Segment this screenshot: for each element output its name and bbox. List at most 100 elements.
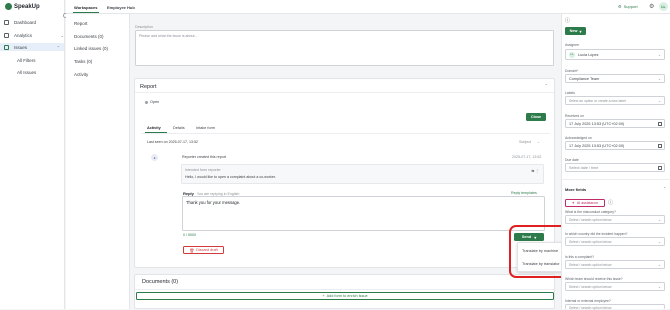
acknowledged-label: Acknowledged on (565, 136, 592, 140)
section-link-documents[interactable]: Documents (0) (74, 34, 104, 39)
logo-mark-icon (5, 3, 12, 10)
q5-label: Internal or external employee? (565, 299, 611, 303)
labels-placeholder: Select an option or create a new label (569, 98, 626, 103)
report-title: Report (140, 84, 157, 90)
user-avatar[interactable]: LL (659, 2, 668, 11)
collapse-more-fields-icon[interactable]: ⌃ (663, 186, 666, 191)
status-indicator: Open (145, 100, 159, 104)
labels-select[interactable]: Select an option or create a new label ⌄ (565, 96, 665, 105)
issue-properties-panel: ⓘ New ▾ Assignee LL Lucia López ⌄ Domain… (561, 14, 670, 310)
section-link-activity[interactable]: Activity (74, 72, 88, 77)
ai-assistance-button[interactable]: ✦ AI assistance (565, 199, 605, 207)
dashboard-icon (4, 19, 9, 25)
chevron-down-icon: ⌄ (657, 240, 661, 244)
collapse-report-icon[interactable]: ⌃ (545, 83, 548, 88)
calendar-icon[interactable] (658, 143, 662, 148)
q2-select[interactable]: Select / search option below ⌄ (565, 237, 665, 246)
calendar-icon[interactable] (658, 121, 662, 126)
chevron-down-icon: ⌄ (657, 285, 661, 289)
sparkle-icon: ✦ (571, 201, 575, 205)
support-icon: ⚙ (618, 4, 622, 9)
reply-textarea[interactable]: Thank you for your message. (182, 196, 545, 231)
chevron-down-icon: ⌄ (537, 140, 541, 144)
documents-card: Documents (0) + Add form to enrich issue (134, 274, 555, 309)
acknowledged-value: 17 July 2025 13:53 (UTC+02:00) (569, 143, 625, 148)
trash-icon: 🗑 (189, 248, 195, 253)
due-date-input[interactable]: Select date / time (565, 163, 665, 172)
section-link-linked-issues[interactable]: Linked issues (0) (74, 46, 108, 51)
q1-label: What is the misconduct category? (565, 210, 616, 214)
assignee-select[interactable]: LL Lucia López ⌄ (565, 49, 665, 60)
message-label: Intended form reporter (185, 168, 221, 172)
app-logo[interactable]: SpeakUp (5, 3, 40, 10)
analytics-icon (4, 32, 9, 38)
chevron-down-icon: ▾ (579, 29, 582, 34)
divider (562, 179, 670, 180)
description-label: Description (135, 25, 153, 29)
nav-item-analytics[interactable]: Analytics ⌄ (4, 31, 64, 39)
q2-placeholder: Select / search option below (569, 239, 612, 244)
add-form-label: Add form to enrich issue (326, 294, 368, 298)
q3-select[interactable]: Select / search option below ⌄ (565, 260, 665, 269)
chevron-down-icon: ⌄ (657, 99, 661, 103)
close-issue-button[interactable]: Close (526, 113, 546, 121)
discard-draft-button[interactable]: 🗑 Discard draft (183, 246, 224, 254)
description-placeholder: Please add what the issue is about... (139, 34, 198, 38)
nav-item-label: Analytics (14, 32, 33, 38)
created-event-text: Reporter created this report (182, 155, 226, 159)
tab-activity[interactable]: Activity (147, 126, 161, 130)
calendar-icon[interactable] (658, 165, 662, 170)
issues-icon (4, 44, 9, 50)
q4-select[interactable]: Select / search option below ⌄ (565, 282, 665, 291)
acknowledged-date-input[interactable]: 17 July 2025 13:53 (UTC+02:00) (565, 141, 665, 150)
subject-label: Subject (519, 140, 531, 144)
nav-item-label: Issues (14, 44, 28, 50)
created-time: 2025-07-17, 13:52 (512, 155, 542, 159)
new-label: New (569, 29, 578, 33)
reporter-message: Intended form reporter Hello, I would li… (181, 164, 544, 184)
chevron-up-icon: ⌃ (56, 44, 60, 50)
reply-templates-link[interactable]: Reply templates (511, 191, 537, 195)
domain-select[interactable]: Compliance Team ⌄ (565, 74, 665, 83)
received-date-input[interactable]: 17 July 2025 13:53 (UTC+02:00) (565, 119, 665, 128)
panel-info-icon[interactable]: ⓘ (565, 17, 570, 24)
q2-label: In which country did the incident happen… (565, 232, 628, 236)
q1-placeholder: Select / search option below (569, 217, 612, 222)
ai-assistance-label: AI assistance (576, 201, 599, 205)
labels-label: Labels (565, 91, 575, 95)
top-bar: Workspaces Employee Hub ⚙ Support ⚙ LL (66, 0, 670, 14)
tab-details[interactable]: Details (173, 126, 185, 130)
section-link-tasks[interactable]: Tasks (0) (74, 59, 92, 64)
divider (141, 133, 550, 134)
nav-subitem-all-issues[interactable]: All Issues (17, 70, 36, 75)
tab-employee-hub[interactable]: Employee Hub (107, 5, 135, 10)
q5-select[interactable]: Select / search option below (565, 304, 665, 310)
add-form-button[interactable]: + Add form to enrich issue (136, 292, 554, 300)
section-link-report[interactable]: Report (74, 21, 88, 26)
message-text: Hello, I would like to open a complaint … (185, 175, 276, 179)
nav-item-dashboard[interactable]: Dashboard (4, 18, 36, 26)
settings-gear-icon[interactable]: ⚙ (649, 3, 654, 10)
reporter-avatar-icon: ● (151, 154, 158, 161)
q4-placeholder: Select / search option below (569, 284, 612, 289)
nav-item-issues[interactable]: Issues ⌃ (0, 43, 64, 51)
new-button[interactable]: New ▾ (565, 27, 586, 35)
q1-select[interactable]: Select / search option below ⌄ (565, 215, 665, 224)
tab-intake-form[interactable]: Intake form (196, 126, 215, 130)
description-textarea[interactable]: Please add what the issue is about... (135, 30, 554, 66)
nav-subitem-all-filters[interactable]: All Filters (17, 58, 36, 63)
chevron-down-icon: ⌄ (657, 77, 661, 81)
active-tab-indicator (73, 12, 99, 14)
ai-info-icon[interactable]: ⓘ (608, 199, 613, 206)
assignee-value: Lucia López (578, 52, 599, 57)
q4-label: Which team should receive this issue? (565, 277, 623, 281)
last-seen-text: Last seen on 2025-07-17, 13:52 (147, 140, 198, 144)
tab-workspaces[interactable]: Workspaces (74, 5, 98, 10)
q3-placeholder: Select / search option below (569, 262, 612, 267)
divider (135, 92, 554, 93)
translate-icon[interactable]: ⇆ ⋮ (531, 169, 539, 173)
app-name: SpeakUp (14, 3, 40, 10)
issue-main: Description Please add what the issue is… (131, 14, 561, 309)
support-link[interactable]: ⚙ Support (618, 4, 638, 9)
assignee-label: Assignee (565, 43, 579, 47)
